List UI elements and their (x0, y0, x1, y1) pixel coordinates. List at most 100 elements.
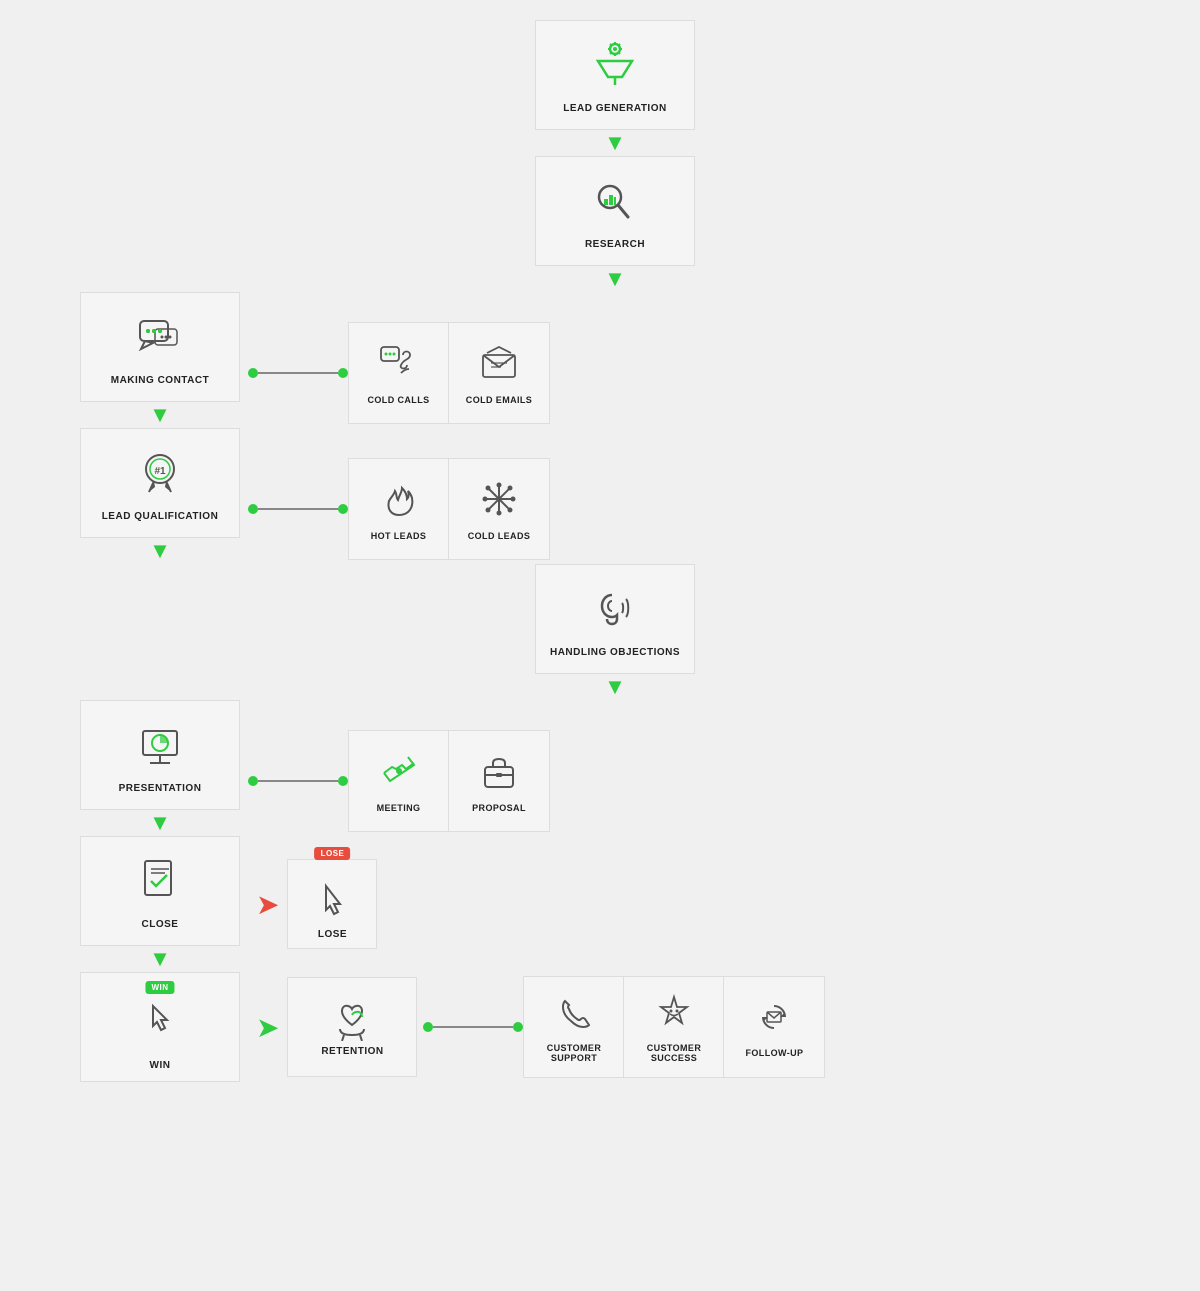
lose-label: LOSE (318, 929, 347, 940)
follow-up-item: FOLLOW-UP (724, 977, 824, 1077)
lead-qualification-row: #1 LEAD QUALIFICATION ▼ (50, 428, 1150, 564)
win-badge: WIN (145, 981, 174, 994)
win-icon (135, 996, 185, 1052)
lose-box-container: LOSE LOSE (287, 859, 377, 949)
win-label: WIN (150, 1060, 171, 1071)
lose-branch: ➤ LOSE LOSE (248, 859, 377, 949)
branch-dot-right-1 (338, 368, 348, 378)
branch-box-2: HOT LEADS (348, 458, 550, 560)
customer-support-item: CUSTOMER SUPPORT (524, 977, 624, 1077)
follow-up-icon (755, 998, 793, 1042)
branch-dot-left-2 (248, 504, 258, 514)
meeting-label: MEETING (377, 803, 421, 813)
customer-success-icon (655, 993, 693, 1037)
lead-generation-label: LEAD GENERATION (563, 103, 666, 114)
follow-up-label: FOLLOW-UP (746, 1048, 804, 1058)
lead-qualification-icon: #1 (135, 447, 185, 503)
handling-objections-icon (590, 583, 640, 639)
branch-dot-left-4 (423, 1022, 433, 1032)
branch-box-4: CUSTOMER SUPPORT CUSTOMER (523, 976, 825, 1078)
branch-dot-right-3 (338, 776, 348, 786)
arrow-down-2: ▼ (604, 268, 626, 290)
branch-dot-left-1 (248, 368, 258, 378)
meeting-icon (379, 751, 419, 797)
lead-qualification-label: LEAD QUALIFICATION (102, 511, 219, 522)
making-contact-icon (135, 311, 185, 367)
hot-leads-label: HOT LEADS (371, 531, 427, 541)
win-box: WIN WIN (80, 972, 240, 1082)
green-arrow-retention: ➤ (256, 1011, 279, 1044)
research-icon (590, 175, 640, 231)
making-contact-row: MAKING CONTACT ▼ (50, 292, 1150, 428)
hot-leads-item: HOT LEADS (349, 459, 449, 559)
cold-emails-label: COLD EMAILS (466, 395, 532, 405)
lead-generation-icon (590, 39, 640, 95)
branch-dot-right-2 (338, 504, 348, 514)
cold-calls-icon (379, 343, 419, 389)
h-line-4 (433, 1026, 513, 1028)
close-wrapper: CLOSE ▼ (80, 836, 240, 972)
customer-success-item: CUSTOMER SUCCESS (624, 977, 724, 1077)
lose-wrapper: LOSE LOSE (287, 859, 377, 949)
lead-generation-box: LEAD GENERATION (535, 20, 695, 130)
retention-icon (330, 997, 374, 1046)
cold-leads-item: COLD LEADS (449, 459, 549, 559)
h-line-2 (258, 508, 338, 510)
meeting-item: MEETING (349, 731, 449, 831)
branch-dot-right-4 (513, 1022, 523, 1032)
presentation-wrapper: PRESENTATION ▼ (80, 700, 240, 836)
retention-box: RETENTION (287, 977, 417, 1077)
branch-connector-4: CUSTOMER SUPPORT CUSTOMER (423, 976, 825, 1078)
making-contact-label: MAKING CONTACT (111, 375, 209, 386)
proposal-item: PROPOSAL (449, 731, 549, 831)
arrow-down-3: ▼ (149, 404, 171, 426)
presentation-row: PRESENTATION ▼ ME (50, 700, 1150, 836)
making-contact-box: MAKING CONTACT (80, 292, 240, 402)
handling-objections-box: HANDLING OBJECTIONS (535, 564, 695, 674)
arrow-down-4: ▼ (149, 540, 171, 562)
presentation-box: PRESENTATION (80, 700, 240, 810)
svg-text:#1: #1 (154, 466, 166, 477)
sales-process-diagram: LEAD GENERATION ▼ RESEARCH ▼ (50, 20, 1150, 1082)
customer-success-label: CUSTOMER SUCCESS (630, 1043, 717, 1063)
close-box: CLOSE (80, 836, 240, 946)
arrow-down-6: ▼ (149, 812, 171, 834)
branch-connector-3: MEETING PROPOSAL (248, 730, 550, 832)
retention-label: RETENTION (321, 1046, 383, 1057)
branch-dot-left-3 (248, 776, 258, 786)
lead-qualification-wrapper: #1 LEAD QUALIFICATION ▼ (80, 428, 240, 564)
h-line-1 (258, 372, 338, 374)
arrow-down-7: ▼ (149, 948, 171, 970)
handling-objections-wrapper: HANDLING OBJECTIONS ▼ (80, 564, 1150, 700)
close-row: CLOSE ▼ ➤ LOSE LOSE (50, 836, 1150, 972)
lead-generation-wrapper: LEAD GENERATION ▼ (80, 20, 1150, 156)
h-line-3 (258, 780, 338, 782)
cold-calls-label: COLD CALLS (368, 395, 430, 405)
close-icon (135, 855, 185, 911)
branch-box-1: COLD CALLS (348, 322, 550, 424)
making-contact-wrapper: MAKING CONTACT ▼ (80, 292, 240, 428)
lose-badge: LOSE (315, 847, 351, 860)
presentation-icon (135, 719, 185, 775)
branch-connector-1: COLD CALLS (248, 322, 550, 424)
cold-emails-item: COLD EMAILS (449, 323, 549, 423)
close-label: CLOSE (142, 919, 179, 930)
cold-leads-icon (479, 479, 519, 525)
proposal-icon (479, 751, 519, 797)
research-label: RESEARCH (585, 239, 645, 250)
hot-leads-icon (379, 479, 419, 525)
win-wrapper: WIN WIN (80, 972, 240, 1082)
handling-objections-label: HANDLING OBJECTIONS (550, 647, 680, 658)
customer-support-label: CUSTOMER SUPPORT (530, 1043, 617, 1063)
lose-box: LOSE (287, 859, 377, 949)
red-arrow-lose: ➤ (256, 888, 279, 921)
win-row: WIN WIN ➤ (50, 972, 1150, 1082)
branch-connector-2: HOT LEADS (248, 458, 550, 560)
proposal-label: PROPOSAL (472, 803, 526, 813)
lose-icon (312, 880, 352, 929)
arrow-down-1: ▼ (604, 132, 626, 154)
research-box: RESEARCH (535, 156, 695, 266)
branch-box-3: MEETING PROPOSAL (348, 730, 550, 832)
cold-emails-icon (479, 343, 519, 389)
cold-calls-item: COLD CALLS (349, 323, 449, 423)
